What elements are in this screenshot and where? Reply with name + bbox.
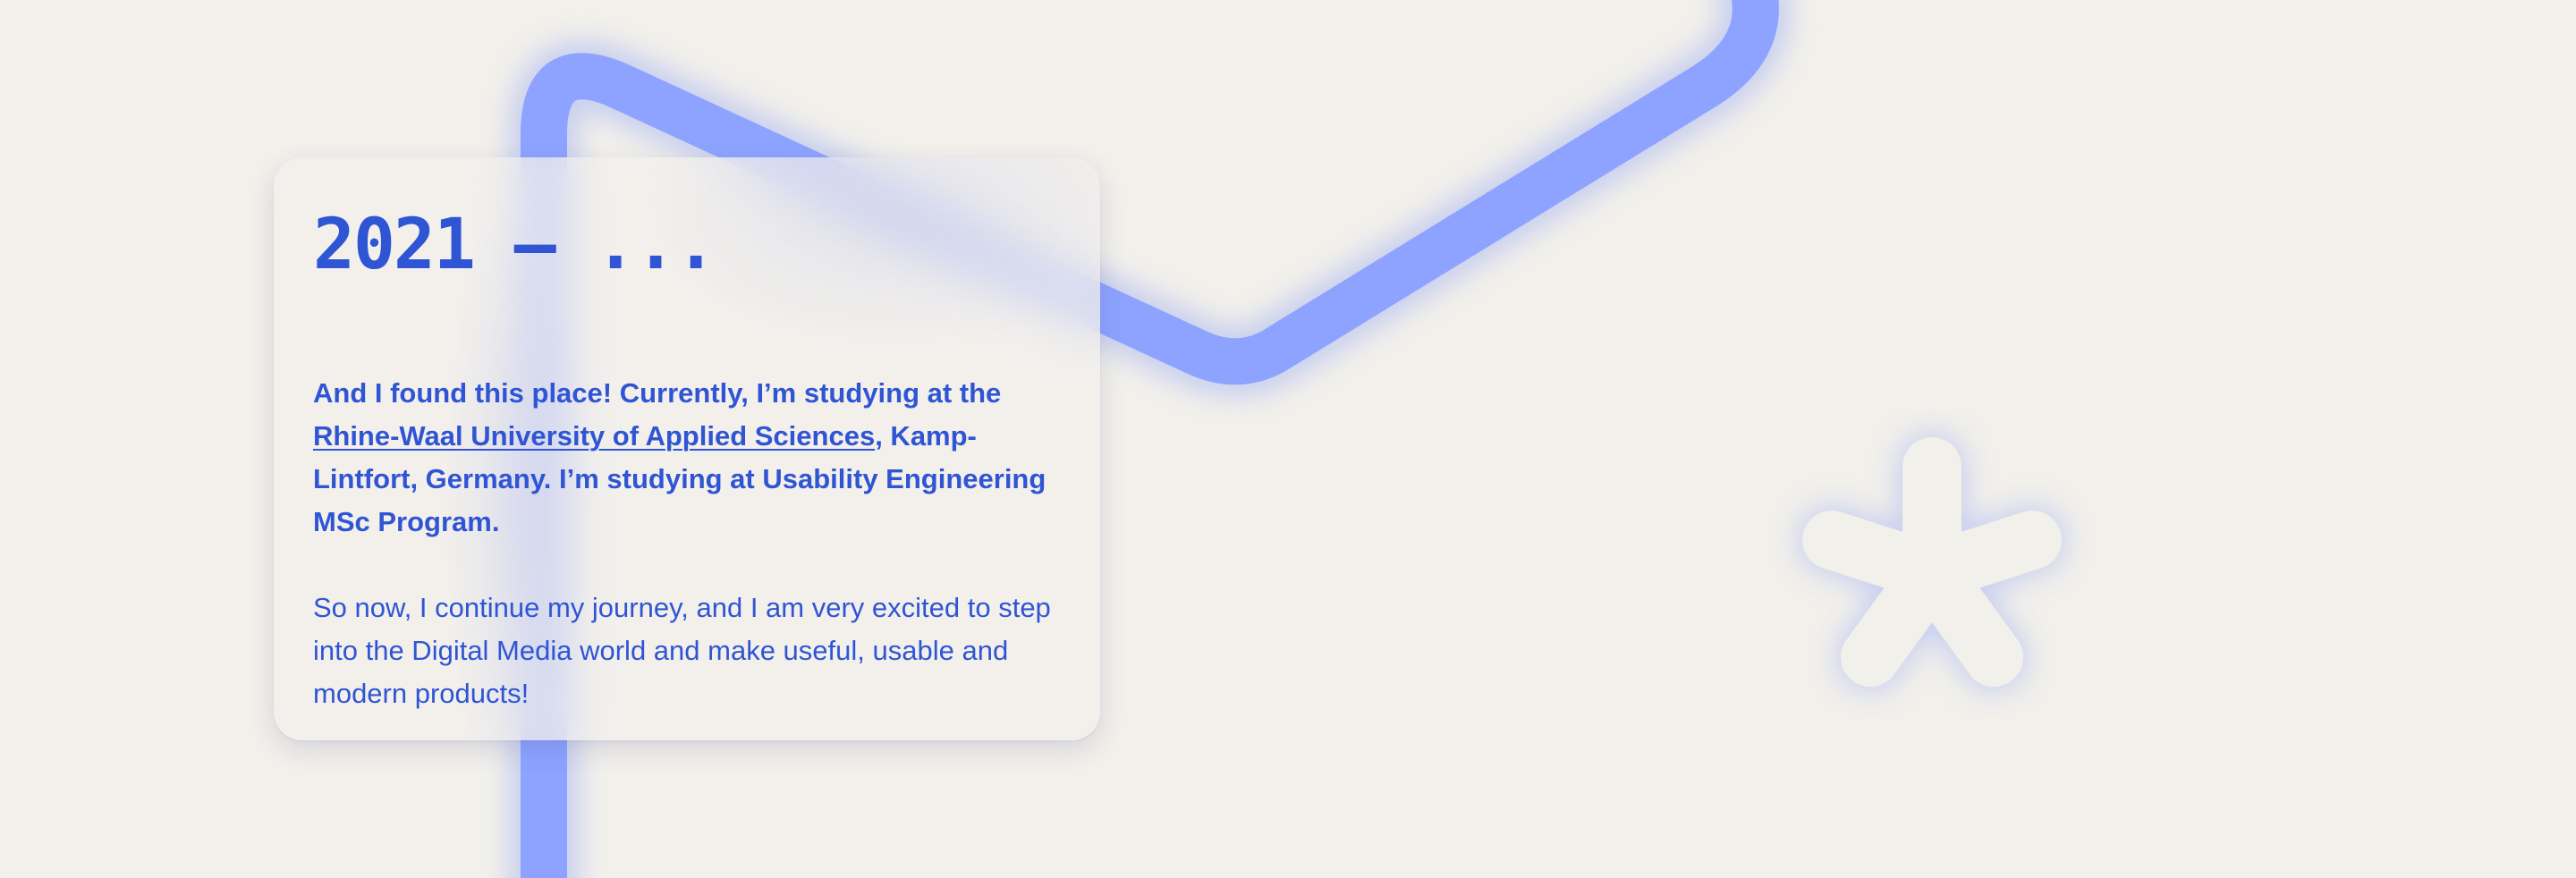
university-link[interactable]: Rhine-Waal University of Applied Science… bbox=[313, 420, 875, 452]
timeline-intro-paragraph: And I found this place! Currently, I’m s… bbox=[313, 372, 1046, 544]
timeline-outro-paragraph: So now, I continue my journey, and I am … bbox=[313, 592, 1051, 709]
asterisk-shape-icon bbox=[1798, 433, 2066, 691]
timeline-card: 2021 – ... And I found this place! Curre… bbox=[274, 157, 1100, 740]
intro-text-before-link: And I found this place! Currently, I’m s… bbox=[313, 377, 1002, 409]
timeline-year-heading: 2021 – ... bbox=[313, 205, 717, 285]
